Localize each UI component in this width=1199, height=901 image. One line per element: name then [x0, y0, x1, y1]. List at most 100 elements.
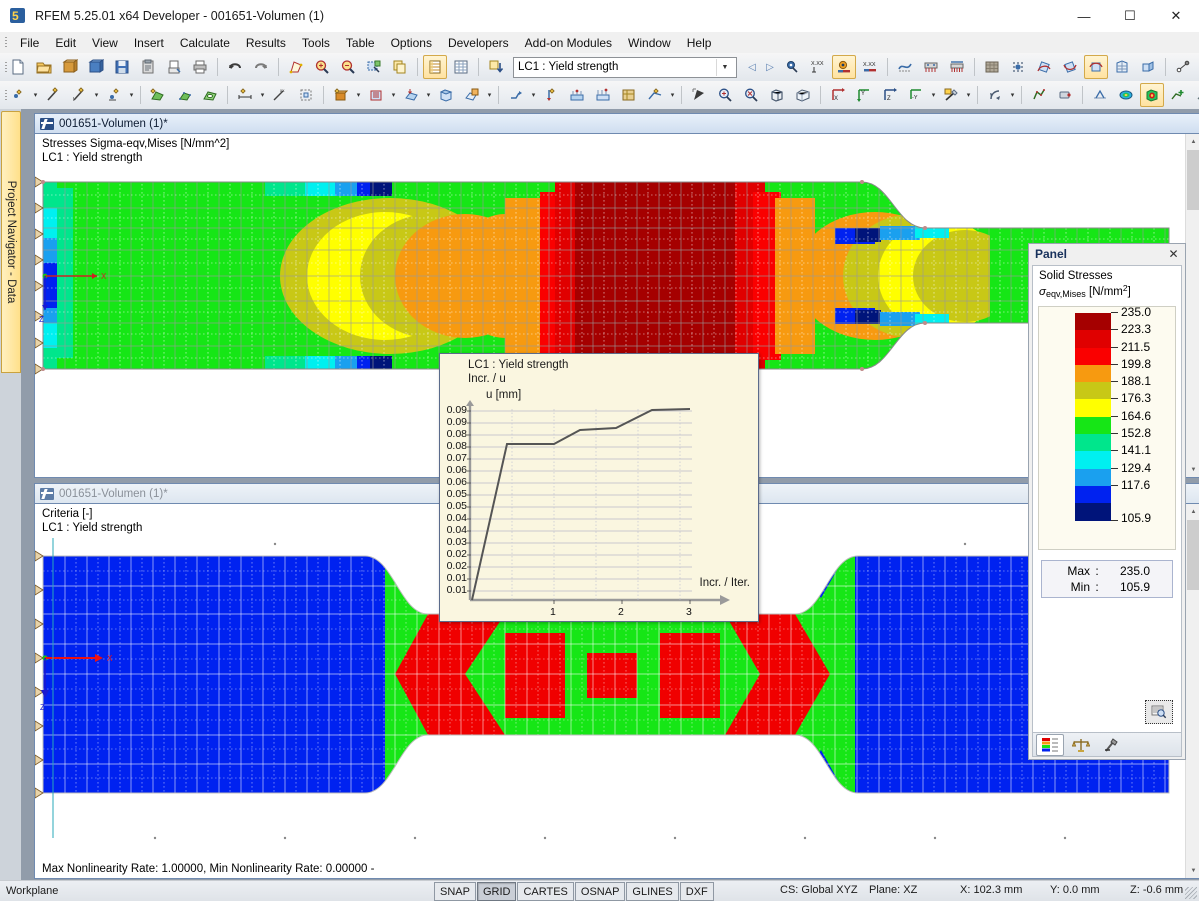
scroll-up-icon[interactable]: ▲	[1186, 134, 1199, 149]
table-view-icon[interactable]	[423, 55, 447, 79]
insert-line-icon[interactable]	[41, 83, 65, 107]
zoom-fit-icon[interactable]	[1145, 700, 1173, 724]
menu-options[interactable]: Options	[383, 34, 440, 52]
menu-view[interactable]: View	[84, 34, 126, 52]
menu-calculate[interactable]: Calculate	[172, 34, 238, 52]
close-icon[interactable]: ✕	[1166, 246, 1181, 261]
fe-nodes-icon[interactable]	[1006, 55, 1030, 79]
scroll-up-icon[interactable]: ▲	[1186, 504, 1199, 519]
open-project-icon[interactable]	[58, 55, 82, 79]
insert-member-icon[interactable]: I	[67, 83, 91, 107]
menu-addon-modules[interactable]: Add-on Modules	[517, 34, 620, 52]
filter-tab[interactable]	[1098, 734, 1126, 756]
view-x-icon[interactable]: X	[826, 83, 850, 107]
menu-tools[interactable]: Tools	[294, 34, 338, 52]
zoom-in-icon[interactable]	[310, 55, 334, 79]
color-solid-icon[interactable]	[1140, 83, 1164, 107]
color-scale-tab[interactable]	[1036, 734, 1064, 756]
chevron-down-icon[interactable]: ▾	[485, 84, 494, 106]
chevron-down-icon[interactable]: ▾	[1008, 84, 1017, 106]
chevron-down-icon[interactable]: ▾	[258, 84, 267, 106]
free-load-icon[interactable]	[460, 83, 484, 107]
support-reactions-icon[interactable]	[919, 55, 943, 79]
member-hinge-icon[interactable]	[617, 83, 641, 107]
chevron-down-icon[interactable]: ▼	[716, 59, 733, 76]
zoom-previous-icon[interactable]	[739, 83, 763, 107]
section-cut-icon[interactable]	[1136, 55, 1160, 79]
render-mode-icon[interactable]	[939, 83, 963, 107]
deformation-icon[interactable]	[893, 55, 917, 79]
chevron-down-icon[interactable]: ▾	[31, 84, 40, 106]
factors-tab[interactable]	[1067, 734, 1095, 756]
vscroll-thumb[interactable]	[1187, 520, 1199, 590]
chevron-down-icon[interactable]: ▾	[668, 84, 677, 106]
mesh-icon[interactable]	[980, 55, 1004, 79]
menu-edit[interactable]: Edit	[47, 34, 84, 52]
copy-icon[interactable]	[388, 55, 412, 79]
chevron-down-icon[interactable]: ▾	[424, 84, 433, 106]
load-case-combo[interactable]: ▼	[513, 57, 737, 78]
select-objects-icon[interactable]	[687, 83, 711, 107]
line-hinge-icon[interactable]	[565, 83, 589, 107]
surface-load-icon[interactable]	[399, 83, 423, 107]
next-case-button[interactable]: ▷	[761, 56, 779, 78]
snap-button[interactable]: SNAP	[434, 882, 476, 901]
insert-opening-icon[interactable]	[198, 83, 222, 107]
insert-node-icon[interactable]	[6, 83, 30, 107]
minimize-button[interactable]: —	[1061, 0, 1107, 32]
nodal-release-icon[interactable]	[539, 83, 563, 107]
close-button[interactable]: ✕	[1153, 0, 1199, 32]
result-labels-icon[interactable]: X.XX	[858, 55, 882, 79]
chevron-down-icon[interactable]: ▾	[529, 84, 538, 106]
redo-icon[interactable]	[249, 55, 273, 79]
view-perspective-icon[interactable]	[791, 83, 815, 107]
dxf-button[interactable]: DXF	[680, 882, 714, 901]
load-case-input[interactable]	[514, 59, 716, 76]
menu-table[interactable]: Table	[338, 34, 383, 52]
previous-case-button[interactable]: ◁	[743, 56, 761, 78]
resize-grip[interactable]	[1185, 887, 1197, 899]
osnap-button[interactable]: OSNAP	[575, 882, 626, 901]
smoothing-icon[interactable]	[1192, 83, 1199, 107]
save-project-icon[interactable]	[84, 55, 108, 79]
print-icon[interactable]	[188, 55, 212, 79]
maximize-button[interactable]: ☐	[1107, 0, 1153, 32]
line-load-icon[interactable]	[364, 83, 388, 107]
measure-icon[interactable]	[1171, 55, 1195, 79]
select-region-icon[interactable]	[362, 55, 386, 79]
open-file-icon[interactable]	[32, 55, 56, 79]
menu-file[interactable]: File	[12, 34, 47, 52]
chevron-down-icon[interactable]: ▾	[127, 84, 136, 106]
menu-developers[interactable]: Developers	[440, 34, 517, 52]
viewport-vscrollbar-lower[interactable]: ▲ ▼	[1185, 504, 1199, 878]
grid-button[interactable]: GRID	[477, 882, 517, 901]
chevron-down-icon[interactable]: ▾	[929, 84, 938, 106]
zoom-window-icon[interactable]	[713, 83, 737, 107]
insert-load-xx-icon[interactable]: xx	[268, 83, 292, 107]
color-legend[interactable]: 235.0 223.3 211.5 19	[1038, 306, 1176, 550]
zoom-out-icon[interactable]	[336, 55, 360, 79]
load-wizard-icon[interactable]	[484, 55, 508, 79]
result-values-icon[interactable]	[780, 55, 804, 79]
chevron-down-icon[interactable]: ▾	[389, 84, 398, 106]
scroll-down-icon[interactable]: ▼	[1186, 863, 1199, 878]
print-preview-icon[interactable]	[162, 55, 186, 79]
chevron-down-icon[interactable]: ▾	[354, 84, 363, 106]
rotate-x-icon[interactable]	[1032, 55, 1056, 79]
color-gradient-icon[interactable]	[1114, 83, 1138, 107]
insert-region-icon[interactable]	[294, 83, 318, 107]
line-release-icon[interactable]	[591, 83, 615, 107]
view-y-icon[interactable]: Y	[852, 83, 876, 107]
viewport-title-bar-upper[interactable]: 001651-Volumen (1)*	[35, 114, 1199, 133]
add-result-icon[interactable]	[1166, 83, 1190, 107]
view-3d-box-icon[interactable]	[765, 83, 789, 107]
cartes-button[interactable]: CARTES	[517, 882, 573, 901]
nodal-load-icon[interactable]	[329, 83, 353, 107]
rotate-view-icon[interactable]	[983, 83, 1007, 107]
menu-grip-handle[interactable]	[3, 35, 10, 50]
line-mesh-icon[interactable]	[643, 83, 667, 107]
rotate-y-icon[interactable]	[1058, 55, 1082, 79]
workplane-icon[interactable]	[1027, 83, 1051, 107]
imperfection-icon[interactable]	[504, 83, 528, 107]
view-minus-y-icon[interactable]: -Y	[904, 83, 928, 107]
